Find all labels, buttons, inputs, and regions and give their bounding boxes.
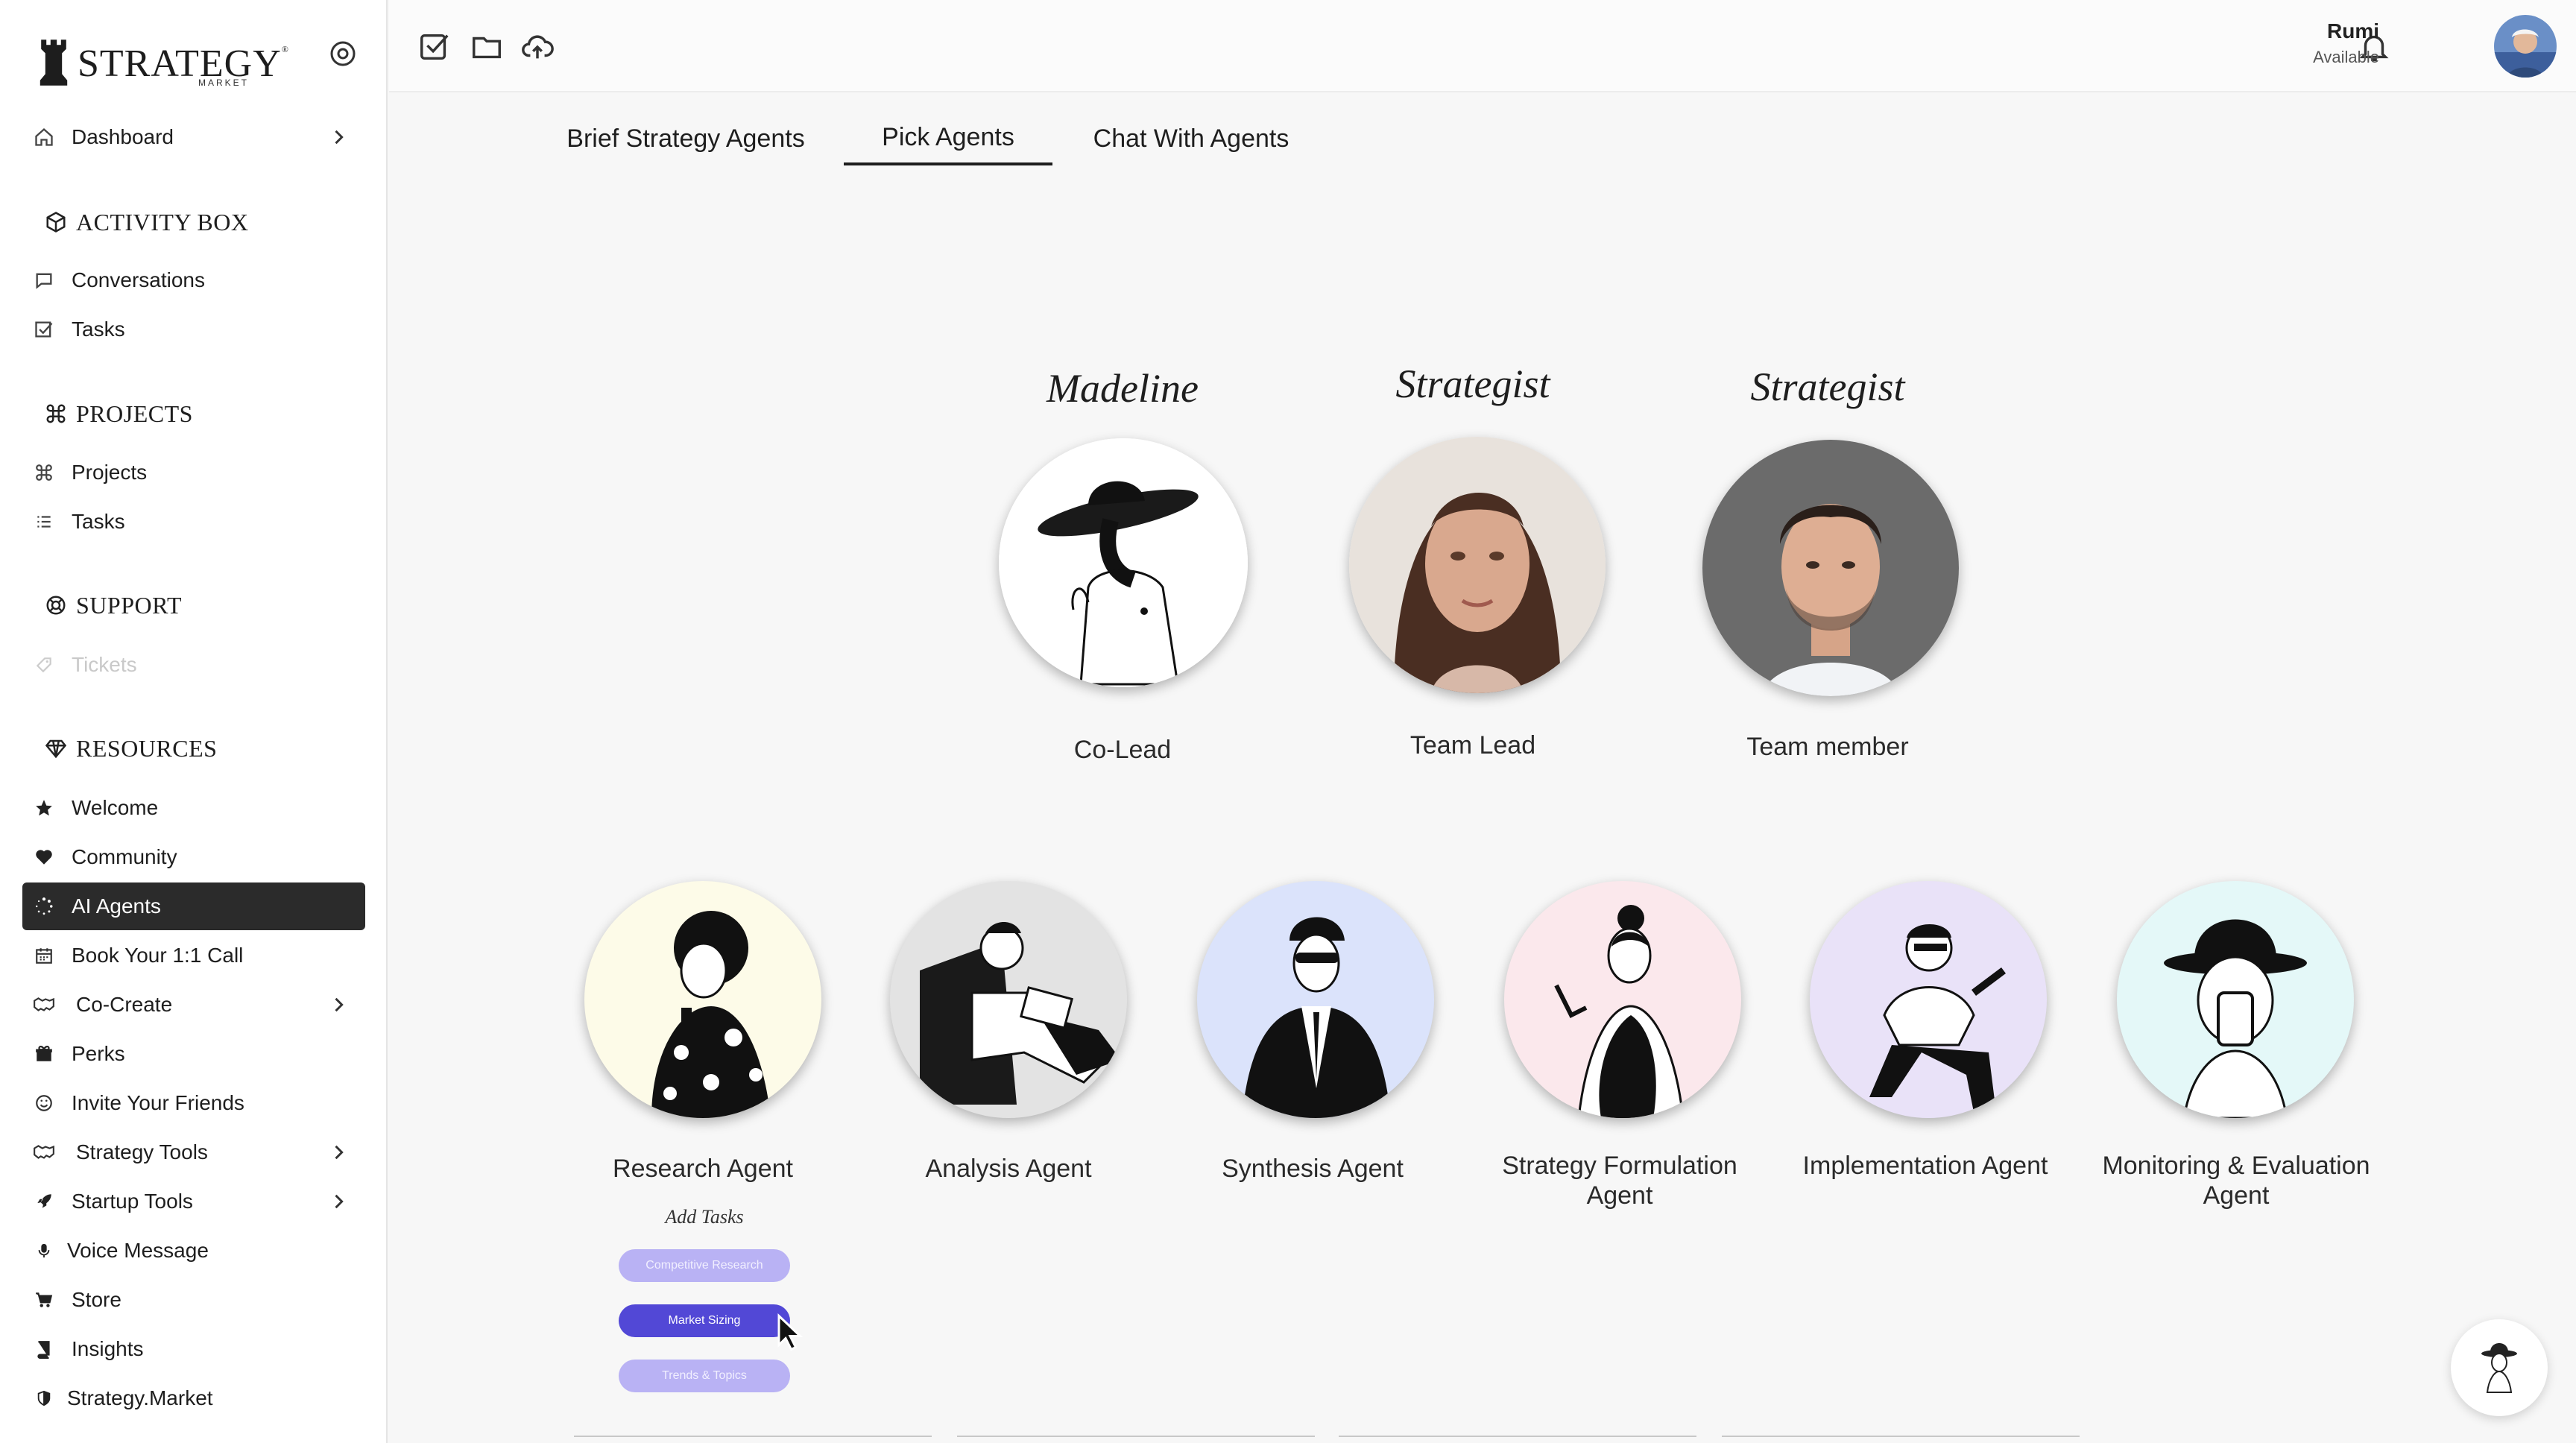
sidebar-item-invite-friends[interactable]: Invite Your Friends — [22, 1079, 365, 1127]
brand-sub: MARKET — [198, 78, 250, 88]
folder-icon[interactable] — [470, 30, 504, 64]
rook-logo-icon — [40, 40, 68, 86]
add-tasks-heading: Add Tasks — [665, 1206, 744, 1228]
target-settings-icon[interactable] — [328, 39, 358, 69]
task-market-sizing-button[interactable]: Market Sizing — [619, 1304, 790, 1337]
microphone-icon — [31, 1238, 57, 1263]
lead-script-madeline: Madeline — [1046, 366, 1199, 411]
command-icon — [45, 401, 70, 426]
spinner-icon — [31, 894, 57, 919]
ticket-icon — [31, 652, 57, 678]
implementation-agent-avatar[interactable] — [1810, 881, 2047, 1118]
sidebar-item-startup-tools[interactable]: Startup Tools — [22, 1178, 365, 1225]
section-projects: PROJECTS — [45, 395, 193, 432]
team-lead-label: Team Lead — [1409, 731, 1536, 760]
check-square-icon[interactable] — [417, 30, 452, 64]
monitoring-evaluation-agent-avatar[interactable] — [2117, 881, 2354, 1118]
sidebar-item-insights[interactable]: Insights — [22, 1325, 365, 1373]
sidebar-item-ai-agents[interactable]: AI Agents — [22, 882, 365, 930]
checkbox-icon — [31, 317, 57, 342]
chevron-right-icon[interactable] — [328, 1191, 349, 1212]
co-lead-avatar[interactable] — [999, 438, 1248, 687]
sidebar-item-project-tasks[interactable]: Tasks — [22, 498, 365, 546]
section-support: SUPPORT — [45, 587, 182, 624]
chevron-right-icon[interactable] — [328, 127, 349, 148]
tab-pick-agents[interactable]: Pick Agents — [844, 112, 1052, 165]
box-icon — [45, 209, 70, 235]
implementation-agent-label: Implementation Agent — [1802, 1152, 2048, 1180]
assistant-chat-button[interactable] — [2451, 1319, 2548, 1416]
task-competitive-research-button[interactable]: Competitive Research — [619, 1249, 790, 1282]
book-icon — [31, 1336, 57, 1362]
top-bar: Rumi Available — [389, 0, 2576, 92]
user-avatar[interactable] — [2494, 15, 2557, 78]
list-icon — [31, 509, 57, 534]
calendar-icon — [31, 943, 57, 968]
scroll-hint-line — [1339, 1436, 1696, 1437]
co-lead-label: Co-Lead — [1073, 736, 1172, 764]
lead-script-strategist: Strategist — [1395, 361, 1550, 406]
sidebar-item-projects[interactable]: Projects — [22, 449, 365, 496]
sidebar-item-label: Dashboard — [72, 125, 174, 148]
cloud-upload-icon[interactable] — [520, 30, 555, 64]
sidebar: STRATEGY® MARKET Dashboard ACTIVITY BOX … — [0, 0, 388, 1443]
sidebar-item-voice-message[interactable]: Voice Message — [22, 1227, 365, 1275]
sidebar-item-book-call[interactable]: Book Your 1:1 Call — [22, 932, 365, 979]
sidebar-item-activity-tasks[interactable]: Tasks — [22, 306, 365, 353]
sidebar-item-store[interactable]: Store — [22, 1276, 365, 1324]
synthesis-agent-label: Synthesis Agent — [1222, 1155, 1404, 1183]
mouse-cursor-icon — [777, 1313, 804, 1351]
team-lead-avatar[interactable] — [1349, 437, 1606, 693]
sidebar-item-perks[interactable]: Perks — [22, 1030, 365, 1078]
lead-script-strategist: Strategist — [1750, 364, 1905, 409]
analysis-agent-avatar[interactable] — [890, 881, 1127, 1118]
sidebar-item-strategy-market[interactable]: Strategy.Market — [22, 1374, 365, 1422]
home-icon — [31, 124, 57, 150]
sidebar-item-community[interactable]: Community — [22, 833, 365, 881]
shield-icon — [31, 1386, 57, 1411]
scroll-hint-line — [574, 1436, 932, 1437]
strategy-formulation-agent-label: Strategy Formulation Agent — [1502, 1152, 1737, 1210]
smile-icon — [31, 1090, 57, 1116]
monitoring-evaluation-agent-label: Monitoring & Evaluation Agent — [2102, 1152, 2370, 1210]
analysis-agent-label: Analysis Agent — [925, 1155, 1092, 1183]
scroll-hint-line — [957, 1436, 1315, 1437]
cart-icon — [31, 1287, 57, 1313]
research-agent-avatar[interactable] — [584, 881, 821, 1118]
chat-icon — [31, 268, 57, 293]
user-name[interactable]: Rumi — [2327, 19, 2379, 43]
sidebar-item-dashboard[interactable]: Dashboard — [22, 113, 365, 161]
sidebar-item-welcome[interactable]: Welcome — [22, 784, 365, 832]
handshake-icon — [31, 992, 57, 1017]
diamond-icon — [45, 736, 70, 761]
strategy-market-logo[interactable]: STRATEGY® MARKET — [33, 33, 289, 92]
assistant-avatar-icon — [2481, 1343, 2517, 1393]
sidebar-item-tickets: Tickets — [22, 641, 365, 689]
research-agent-label: Research Agent — [613, 1155, 793, 1183]
chevron-right-icon[interactable] — [328, 1142, 349, 1163]
scroll-hint-line — [1722, 1436, 2080, 1437]
strategy-formulation-agent-avatar[interactable] — [1504, 881, 1741, 1118]
sidebar-item-co-create[interactable]: Co-Create — [22, 981, 365, 1029]
team-member-avatar[interactable] — [1702, 440, 1959, 696]
brand-name: STRATEGY® — [78, 42, 289, 85]
star-icon — [31, 795, 57, 821]
chevron-right-icon[interactable] — [328, 994, 349, 1015]
team-member-label: Team member — [1746, 733, 1909, 761]
section-resources: RESOURCES — [45, 730, 217, 767]
section-activity-box: ACTIVITY BOX — [45, 203, 248, 241]
user-status: Available — [2313, 48, 2379, 66]
rocket-icon — [31, 1189, 57, 1214]
sidebar-item-conversations[interactable]: Conversations — [22, 256, 365, 304]
tab-brief-strategy-agents[interactable]: Brief Strategy Agents — [553, 112, 818, 165]
handshake-icon — [31, 1140, 57, 1165]
gift-icon — [31, 1041, 57, 1067]
task-trends-topics-button[interactable]: Trends & Topics — [619, 1360, 790, 1392]
synthesis-agent-avatar[interactable] — [1197, 881, 1434, 1118]
sidebar-item-strategy-tools[interactable]: Strategy Tools — [22, 1128, 365, 1176]
lifebuoy-icon — [45, 593, 70, 618]
tab-chat-with-agents[interactable]: Chat With Agents — [1079, 112, 1303, 165]
command-icon — [31, 460, 57, 485]
heart-icon — [31, 844, 57, 870]
